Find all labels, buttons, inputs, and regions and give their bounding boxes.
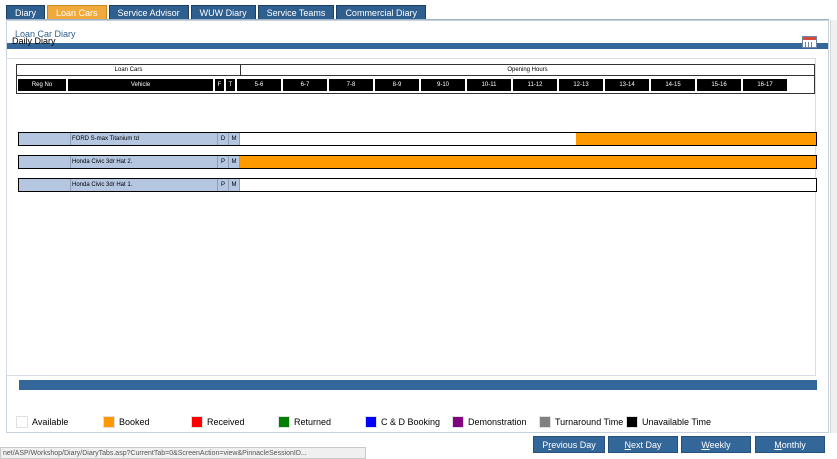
legend-item-demonstration: Demonstration <box>452 415 527 429</box>
weekly-label-b: eekly <box>709 440 731 450</box>
col-reg-no: Reg No <box>18 79 66 91</box>
weekly-accesskey: W <box>701 440 710 450</box>
diary-content-box <box>6 58 816 376</box>
legend-item-cd-booking: C & D Booking <box>365 415 440 429</box>
weekly-button[interactable]: Weekly <box>681 436 751 453</box>
col-hour: 12-13 <box>559 79 603 91</box>
legend-swatch <box>626 416 638 428</box>
legend-item-unavailable-time: Unavailable Time <box>626 415 711 429</box>
col-hour: 14-15 <box>651 79 695 91</box>
header-group-row: Loan Cars Opening Hours <box>16 64 815 76</box>
loan-car-row[interactable]: Honda Civic 3dr Hat 1. P M <box>18 178 817 192</box>
col-hour: 15-16 <box>697 79 741 91</box>
loan-car-row[interactable]: FORD S-max Titanium td D M <box>18 132 817 146</box>
browser-viewport: Diary Loan Cars Service Advisor WUW Diar… <box>0 0 837 459</box>
loan-cars-group-header: Loan Cars <box>16 64 241 76</box>
diary-footer-bar <box>19 380 817 390</box>
reg-no-cell <box>19 179 71 191</box>
vertical-scrollbar[interactable] <box>830 20 837 433</box>
previous-day-label-b: evious Day <box>551 440 596 450</box>
reg-no-cell <box>19 156 71 168</box>
diary-tabs: Diary Loan Cars Service Advisor WUW Diar… <box>6 5 428 20</box>
col-hour: 10-11 <box>467 79 511 91</box>
calendar-icon[interactable] <box>802 36 817 48</box>
trans-cell: M <box>229 156 240 168</box>
col-hour: 8-9 <box>375 79 419 91</box>
tab-commercial-diary[interactable]: Commercial Diary <box>336 5 426 20</box>
header-columns-row: Reg No Vehicle F T 5-6 6-7 7-8 8-9 9-10 … <box>16 76 815 94</box>
legend-item-received: Received <box>191 415 245 429</box>
monthly-accesskey: M <box>774 440 782 450</box>
status-bar-url: net/ASP/Workshop/Diary/DiaryTabs.asp?Cur… <box>0 447 366 459</box>
legend-swatch <box>278 416 290 428</box>
legend-item-available: Available <box>16 415 68 429</box>
tab-service-teams[interactable]: Service Teams <box>257 5 335 20</box>
opening-hours-group-header: Opening Hours <box>241 64 815 76</box>
legend-swatch <box>103 416 115 428</box>
fuel-cell: P <box>218 179 229 191</box>
calendar-icon-grid <box>805 42 814 47</box>
daily-diary-label: Daily Diary <box>12 36 56 46</box>
col-trans: T <box>226 79 235 91</box>
col-hour: 11-12 <box>513 79 557 91</box>
col-vehicle: Vehicle <box>68 79 213 91</box>
vehicle-cell: Honda Civic 3dr Hat 2. <box>71 156 218 168</box>
tab-service-advisor[interactable]: Service Advisor <box>108 5 189 20</box>
tab-loan-cars[interactable]: Loan Cars <box>47 5 107 20</box>
legend-swatch <box>365 416 377 428</box>
booking-timeline[interactable] <box>240 179 816 191</box>
legend-label: Received <box>207 417 245 427</box>
booking-timeline[interactable] <box>240 156 816 168</box>
booking-timeline[interactable] <box>240 133 816 145</box>
col-fuel: F <box>215 79 224 91</box>
legend-swatch <box>539 416 551 428</box>
loan-car-row[interactable]: Honda Civic 3dr Hat 2. P M <box>18 155 817 169</box>
reg-no-cell <box>19 133 71 145</box>
col-hour: 13-14 <box>605 79 649 91</box>
previous-day-button[interactable]: Previous Day <box>533 436 605 453</box>
legend-label: Returned <box>294 417 332 427</box>
next-day-button[interactable]: Next Day <box>608 436 678 453</box>
legend-label: C & D Booking <box>381 417 441 427</box>
col-hour: 9-10 <box>421 79 465 91</box>
col-hour: 16-17 <box>743 79 787 91</box>
trans-cell: M <box>229 133 240 145</box>
monthly-button[interactable]: Monthly <box>755 436 825 453</box>
legend-label: Unavailable Time <box>642 417 712 427</box>
vehicle-cell: FORD S-max Titanium td <box>71 133 218 145</box>
legend-swatch <box>452 416 464 428</box>
tab-wuw-diary[interactable]: WUW Diary <box>190 5 256 20</box>
booked-block[interactable] <box>240 156 816 168</box>
panel-title-bar <box>7 43 828 49</box>
legend-item-returned: Returned <box>278 415 331 429</box>
fuel-cell: P <box>218 156 229 168</box>
monthly-label-b: onthly <box>781 440 806 450</box>
vehicle-cell: Honda Civic 3dr Hat 1. <box>71 179 218 191</box>
trans-cell: M <box>229 179 240 191</box>
legend-item-turnaround-time: Turnaround Time <box>539 415 623 429</box>
col-hour: 7-8 <box>329 79 373 91</box>
legend-label: Demonstration <box>468 417 527 427</box>
col-hour: 6-7 <box>283 79 327 91</box>
legend-swatch <box>191 416 203 428</box>
tab-diary[interactable]: Diary <box>6 5 46 20</box>
col-hour: 5-6 <box>237 79 281 91</box>
legend-label: Available <box>32 417 69 427</box>
legend-label: Booked <box>119 417 150 427</box>
diary-header: Loan Cars Opening Hours Reg No Vehicle F… <box>16 64 815 96</box>
legend-label: Turnaround Time <box>555 417 624 427</box>
next-day-label-b: ext Day <box>630 440 662 450</box>
booked-block[interactable] <box>575 133 816 145</box>
calendar-icon-header <box>803 37 816 40</box>
legend-item-booked: Booked <box>103 415 150 429</box>
fuel-cell: D <box>218 133 229 145</box>
legend-swatch <box>16 416 28 428</box>
